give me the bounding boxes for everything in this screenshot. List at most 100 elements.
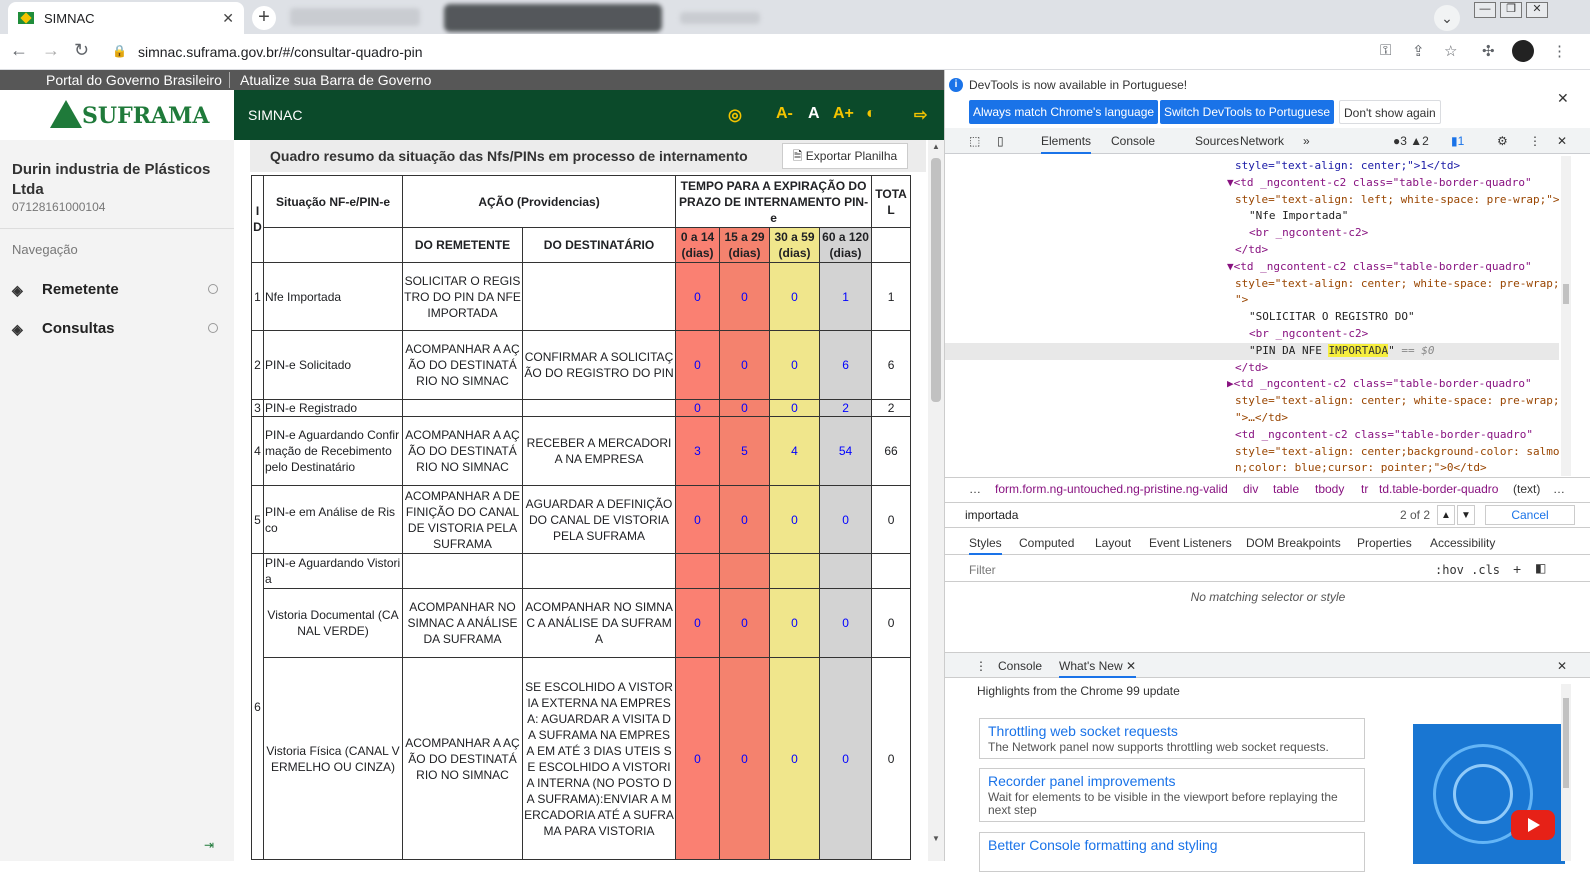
- tab-close-icon[interactable]: ✕: [222, 10, 234, 27]
- breadcrumb-item[interactable]: …: [1553, 482, 1565, 496]
- drawer-tab-console[interactable]: Console: [998, 659, 1042, 673]
- tab-properties[interactable]: Properties: [1357, 536, 1412, 550]
- breadcrumb-item[interactable]: form.form.ng-untouched.ng-pristine.ng-va…: [995, 482, 1228, 496]
- dom-line[interactable]: style="text-align: center;">1</td>: [1235, 159, 1460, 172]
- star-icon[interactable]: ☆: [1444, 42, 1457, 60]
- settings-gear-icon[interactable]: ⚙: [1497, 134, 1508, 148]
- back-icon[interactable]: ←: [10, 40, 28, 61]
- tab-dom-breakpoints[interactable]: DOM Breakpoints: [1246, 536, 1341, 550]
- dom-scrollbar[interactable]: [1561, 156, 1571, 476]
- scroll-thumb[interactable]: [1563, 284, 1569, 304]
- profile-avatar[interactable]: [1512, 40, 1534, 62]
- dom-tree[interactable]: style="text-align: center;">1</td> ▼<td …: [945, 156, 1559, 476]
- breadcrumb-item[interactable]: …: [969, 482, 981, 496]
- tab-search-chevron-icon[interactable]: ⌄: [1434, 5, 1460, 31]
- find-prev-icon[interactable]: ▲: [1437, 505, 1455, 525]
- count-0-14[interactable]: 0: [675, 399, 721, 417]
- tab-network[interactable]: Network: [1240, 134, 1284, 148]
- forward-icon[interactable]: →: [42, 40, 60, 61]
- dom-line[interactable]: <br _ngcontent-c2>: [1249, 327, 1368, 340]
- tab-console[interactable]: Console: [1111, 134, 1155, 148]
- scroll-down-icon[interactable]: ▼: [932, 834, 940, 843]
- dom-line[interactable]: "Nfe Importada": [1249, 209, 1348, 222]
- devtools-close-icon[interactable]: ✕: [1557, 134, 1567, 148]
- dom-line[interactable]: style="text-align: center; white-space: …: [1235, 394, 1559, 407]
- breadcrumb-item[interactable]: div: [1243, 482, 1258, 496]
- lock-icon[interactable]: 🔒: [112, 44, 127, 58]
- count-30-59[interactable]: 4: [769, 416, 821, 486]
- font-increase-button[interactable]: A+: [833, 105, 854, 123]
- breadcrumb-item[interactable]: tr: [1361, 482, 1368, 496]
- toggle-sidebar-icon[interactable]: ◧: [1535, 561, 1546, 575]
- add-rule-icon[interactable]: +: [1513, 561, 1521, 577]
- tab-layout[interactable]: Layout: [1095, 536, 1131, 550]
- count-0-14[interactable]: 3: [675, 416, 721, 486]
- count-0-14[interactable]: 0: [675, 485, 721, 554]
- count-0-14[interactable]: 0: [675, 330, 721, 400]
- browser-tab-blurred[interactable]: [680, 12, 760, 24]
- count-0-14[interactable]: 0: [675, 657, 721, 860]
- whats-new-card[interactable]: Recorder panel improvements Wait for ele…: [979, 768, 1365, 822]
- count-15-29[interactable]: 0: [719, 399, 771, 417]
- contrast-icon[interactable]: ◐: [866, 105, 876, 123]
- contrast-ring-icon[interactable]: ◎: [728, 105, 742, 125]
- count-60-120[interactable]: 6: [819, 330, 873, 400]
- count-30-59[interactable]: 0: [769, 485, 821, 554]
- scroll-thumb[interactable]: [1563, 698, 1569, 788]
- more-tabs-icon[interactable]: »: [1303, 134, 1310, 148]
- count-15-29[interactable]: 0: [719, 485, 771, 554]
- count-15-29[interactable]: 5: [719, 416, 771, 486]
- gov-portal-link[interactable]: Portal do Governo Brasileiro: [46, 72, 222, 88]
- count-60-120[interactable]: 2: [819, 399, 873, 417]
- close-window-icon[interactable]: ✕: [1526, 2, 1548, 18]
- dont-show-again-button[interactable]: Don't show again: [1339, 100, 1441, 124]
- gov-update-link[interactable]: Atualize sua Barra de Governo: [240, 72, 431, 88]
- browser-tab-active[interactable]: SIMNAC ✕: [8, 2, 244, 34]
- drawer-scrollbar[interactable]: [1561, 684, 1571, 861]
- find-next-icon[interactable]: ▼: [1457, 505, 1475, 525]
- dom-line[interactable]: </td>: [1235, 243, 1268, 256]
- tab-styles[interactable]: Styles: [969, 536, 1002, 555]
- tab-accessibility[interactable]: Accessibility: [1430, 536, 1495, 550]
- dom-line[interactable]: </td>: [1235, 361, 1268, 374]
- count-0-14[interactable]: 0: [675, 262, 721, 331]
- count-15-29[interactable]: 0: [719, 657, 771, 860]
- scroll-up-icon[interactable]: ▲: [932, 142, 940, 151]
- close-icon[interactable]: ✕: [1126, 659, 1136, 673]
- switch-portuguese-button[interactable]: Switch DevTools to Portuguese: [1160, 100, 1335, 124]
- tab-sources[interactable]: Sources: [1195, 134, 1239, 148]
- dom-line[interactable]: ">: [1235, 293, 1248, 306]
- find-input[interactable]: importada: [965, 508, 1018, 522]
- drawer-tab-whats-new[interactable]: What's New ✕: [1059, 659, 1137, 678]
- new-tab-button[interactable]: +: [252, 6, 276, 30]
- dom-line[interactable]: style="text-align: left; white-space: pr…: [1235, 193, 1559, 206]
- menu-icon[interactable]: ⋮: [1552, 42, 1567, 60]
- font-reset-button[interactable]: A: [808, 105, 820, 123]
- dom-line[interactable]: ">…</td>: [1235, 411, 1288, 424]
- messages-badge[interactable]: ▮1: [1451, 134, 1464, 148]
- extensions-icon[interactable]: ✣: [1482, 42, 1495, 60]
- match-language-button[interactable]: Always match Chrome's language: [969, 100, 1159, 124]
- dom-line[interactable]: <td _ngcontent-c2 class="table-border-qu…: [1235, 428, 1533, 441]
- youtube-play-icon[interactable]: [1511, 810, 1555, 840]
- drawer-menu-icon[interactable]: ⋮: [975, 659, 987, 673]
- scroll-thumb[interactable]: [931, 158, 941, 402]
- breadcrumb-item[interactable]: tbody: [1315, 482, 1344, 496]
- whats-new-card[interactable]: Throttling web socket requests The Netwo…: [979, 718, 1365, 759]
- tab-computed[interactable]: Computed: [1019, 536, 1074, 550]
- count-60-120[interactable]: 0: [819, 657, 873, 860]
- styles-filter-input[interactable]: Filter: [969, 563, 996, 577]
- close-infobar-icon[interactable]: ✕: [1557, 90, 1569, 107]
- logout-icon[interactable]: ⇨: [914, 105, 927, 125]
- count-0-14[interactable]: 0: [675, 588, 721, 658]
- restore-icon[interactable]: ❐: [1500, 2, 1522, 18]
- share-icon[interactable]: ⇪: [1412, 42, 1425, 60]
- dom-line[interactable]: n;color: blue;cursor: pointer;">0</td>: [1235, 461, 1487, 474]
- dom-line[interactable]: style="text-align: center; white-space: …: [1235, 277, 1559, 290]
- close-drawer-icon[interactable]: ✕: [1557, 659, 1567, 673]
- count-15-29[interactable]: 0: [719, 262, 771, 331]
- count-30-59[interactable]: 0: [769, 657, 821, 860]
- sidebar-item-consultas[interactable]: ◈ Consultas: [12, 319, 222, 341]
- breadcrumb-item[interactable]: table: [1273, 482, 1299, 496]
- count-30-59[interactable]: 0: [769, 588, 821, 658]
